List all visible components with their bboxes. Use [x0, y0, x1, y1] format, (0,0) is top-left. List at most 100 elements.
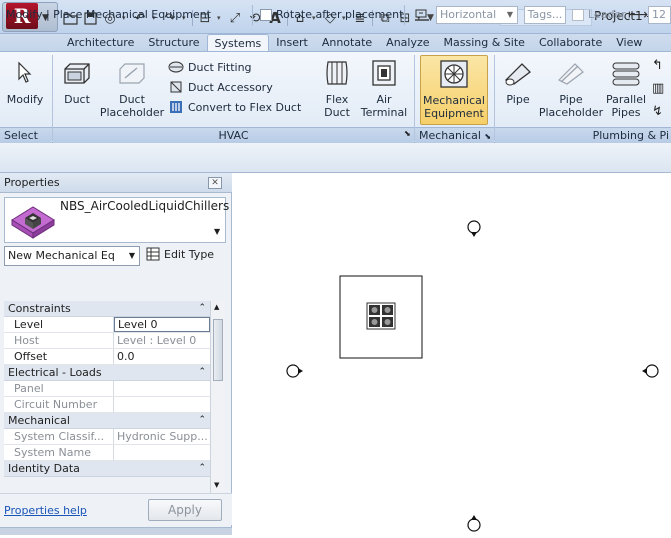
- tags-button[interactable]: Tags...: [524, 6, 566, 24]
- apply-button[interactable]: Apply: [148, 499, 222, 521]
- duct-placeholder-label-2: Placeholder: [99, 106, 165, 119]
- chevron-down-icon[interactable]: ▼: [214, 227, 220, 236]
- tab-analyze[interactable]: Analyze: [379, 34, 436, 51]
- duct-placeholder-button[interactable]: Duct Placeholder: [100, 57, 164, 119]
- tab-annotate[interactable]: Annotate: [315, 34, 379, 51]
- air-terminal-label-2: Terminal: [360, 106, 408, 119]
- leader-checkbox-box[interactable]: [572, 8, 584, 21]
- properties-grid: Constraints ⌃ Level Level 0 Host Level : Le…: [4, 301, 226, 477]
- flex-duct-label-1: Flex: [325, 93, 349, 106]
- mechanical-equipment-icon: [438, 58, 470, 90]
- convert-flex-duct-button[interactable]: Convert to Flex Duct: [168, 97, 301, 117]
- pipe-button[interactable]: Pipe: [500, 57, 536, 106]
- property-row-host: Host Level : Level 0: [4, 333, 210, 349]
- tab-view[interactable]: View: [609, 34, 649, 51]
- tag-on-placement-icon[interactable]: [414, 8, 430, 25]
- scrollbar-thumb[interactable]: [213, 319, 223, 381]
- leader-length-icon: ⟼: [628, 7, 649, 23]
- tab-massing-site[interactable]: Massing & Site: [437, 34, 532, 51]
- air-terminal-button[interactable]: Air Terminal: [360, 57, 408, 119]
- elevation-marker-east[interactable]: [642, 364, 659, 378]
- group-identity-data[interactable]: Identity Data ⌃: [4, 461, 210, 477]
- flex-duct-button[interactable]: Flex Duct: [318, 57, 356, 119]
- pipe-placeholder-button[interactable]: Pipe Placeholder: [538, 57, 604, 119]
- plumbing-small-buttons: ↰ ▥ ↯: [652, 58, 670, 119]
- tab-insert[interactable]: Insert: [269, 34, 315, 51]
- flex-duct-icon: [321, 57, 353, 89]
- flex-pipe-icon[interactable]: ↯: [652, 104, 670, 119]
- orientation-dropdown[interactable]: Horizontal ▼: [436, 6, 518, 24]
- cursor-arrow-icon: [9, 57, 41, 89]
- duct-button[interactable]: Duct: [58, 57, 96, 106]
- modify-button[interactable]: Modify: [4, 57, 46, 106]
- properties-help-link[interactable]: Properties help: [4, 504, 87, 517]
- scroll-down-icon[interactable]: ▼: [214, 481, 219, 489]
- collapse-icon[interactable]: ⌃: [198, 365, 206, 380]
- property-key: Panel: [4, 381, 114, 396]
- instance-filter-dropdown[interactable]: New Mechanical Eq ▼: [4, 246, 140, 266]
- collapse-icon[interactable]: ⌃: [198, 461, 206, 476]
- leader-checkbox[interactable]: Leader: [572, 8, 626, 21]
- property-row-offset[interactable]: Offset 0.0: [4, 349, 210, 365]
- mechanical-equipment-label-2: Equipment: [424, 107, 484, 120]
- drawing-canvas[interactable]: [233, 173, 671, 535]
- property-row-circuit: Circuit Number: [4, 397, 210, 413]
- close-icon[interactable]: ✕: [208, 177, 222, 189]
- group-label: Identity Data: [8, 462, 80, 475]
- tab-architecture[interactable]: Architecture: [60, 34, 141, 51]
- tab-structure[interactable]: Structure: [141, 34, 206, 51]
- flex-duct-label-2: Duct: [324, 106, 350, 119]
- property-row-level[interactable]: Level Level 0: [4, 317, 210, 333]
- rotate-checkbox-box[interactable]: [260, 8, 272, 21]
- convert-flex-duct-label: Convert to Flex Duct: [188, 100, 302, 114]
- tab-systems[interactable]: Systems: [206, 34, 270, 51]
- parallel-pipes-button[interactable]: Parallel Pipes: [604, 57, 648, 119]
- duct-label: Duct: [64, 93, 90, 106]
- elevation-marker-south[interactable]: [467, 515, 481, 532]
- pipe-accessory-icon[interactable]: ▥: [652, 81, 670, 96]
- pipe-placeholder-label-2: Placeholder: [538, 106, 604, 119]
- properties-header: Properties ✕: [0, 173, 232, 193]
- group-electrical-loads[interactable]: Electrical - Loads ⌃: [4, 365, 210, 381]
- duct-icon: [61, 57, 93, 89]
- hvac-dialog-launcher-icon[interactable]: ⬊: [404, 129, 411, 138]
- properties-scrollbar[interactable]: ▲ ▼: [210, 301, 225, 493]
- collapse-icon[interactable]: ⌃: [198, 413, 206, 428]
- level-value-field[interactable]: Level 0: [114, 317, 210, 332]
- options-bar: [0, 143, 671, 173]
- tab-collaborate[interactable]: Collaborate: [532, 34, 609, 51]
- measure-icon[interactable]: ⤢: [227, 10, 243, 26]
- chevron-down-icon: ▼: [128, 251, 135, 260]
- chiller-family-icon: [10, 199, 56, 244]
- duct-fitting-button[interactable]: Duct Fitting: [168, 57, 301, 77]
- edit-type-button[interactable]: Edit Type: [146, 247, 214, 261]
- scroll-up-icon[interactable]: ▲: [214, 303, 219, 311]
- pipe-fitting-icon[interactable]: ↰: [652, 58, 670, 73]
- floor-plan-view[interactable]: [233, 173, 671, 535]
- leader-length-field[interactable]: 12: [648, 6, 671, 24]
- mechanical-equipment-button[interactable]: Mechanical Equipment: [420, 55, 488, 125]
- panel-hvac-footer[interactable]: HVAC: [53, 127, 414, 143]
- mechanical-dialog-launcher-icon[interactable]: ⬊: [484, 132, 491, 141]
- chiller-placement-preview[interactable]: [339, 275, 423, 359]
- panel-mechanical-footer[interactable]: Mechanical ⬊: [415, 127, 494, 143]
- property-value: Level : Level 0: [117, 334, 197, 347]
- offset-value-field[interactable]: 0.0: [114, 349, 210, 364]
- elevation-marker-west[interactable]: [286, 364, 303, 378]
- panel-plumbing-footer[interactable]: Plumbing & Pi: [495, 127, 671, 143]
- print-dropdown-icon[interactable]: ▾: [217, 14, 223, 22]
- duct-accessory-button[interactable]: Duct Accessory: [168, 77, 301, 97]
- group-constraints[interactable]: Constraints ⌃: [4, 301, 210, 317]
- convert-flex-duct-icon: [168, 99, 184, 115]
- duct-placeholder-icon: [116, 57, 148, 89]
- collapse-icon[interactable]: ⌃: [198, 301, 206, 316]
- chevron-down-icon: ▼: [506, 10, 513, 19]
- group-mechanical[interactable]: Mechanical ⌃: [4, 413, 210, 429]
- properties-footer: Properties help Apply: [0, 493, 232, 525]
- panel-select-footer: Select: [0, 127, 52, 143]
- rotate-after-placement-checkbox[interactable]: Rotate after placement: [260, 8, 403, 21]
- orientation-value: Horizontal: [440, 8, 497, 21]
- property-row-panel: Panel: [4, 381, 210, 397]
- elevation-marker-north[interactable]: [467, 220, 481, 237]
- ribbon-tabs: Architecture Structure Systems Insert An…: [60, 34, 649, 51]
